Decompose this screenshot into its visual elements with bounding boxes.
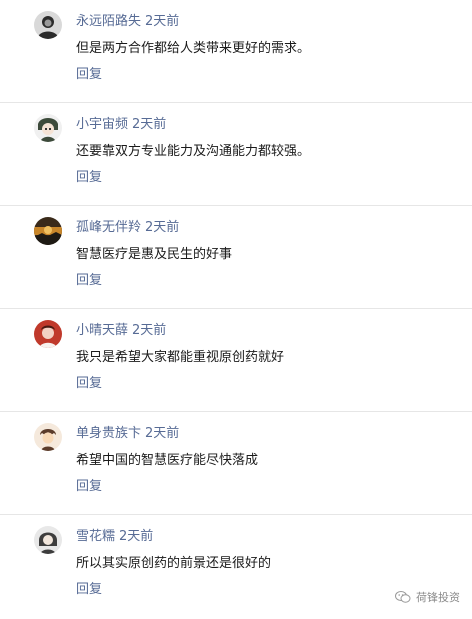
comment-username[interactable]: 雪花糯 bbox=[76, 529, 115, 544]
comment-username[interactable]: 小宇宙频 bbox=[76, 117, 128, 132]
avatar-dark-portrait-icon bbox=[34, 11, 62, 39]
reply-button[interactable]: 回复 bbox=[76, 272, 102, 290]
comment-time: 2天前 bbox=[132, 117, 167, 132]
avatar-sunset-landscape-icon bbox=[34, 217, 62, 245]
reply-button[interactable]: 回复 bbox=[76, 478, 102, 496]
comment-meta: 单身贵族卞 2天前 bbox=[76, 425, 179, 443]
comment-username[interactable]: 单身贵族卞 bbox=[76, 426, 141, 441]
comment-item: 小宇宙频 2天前 还要靠双方专业能力及沟通能力都较强。 回复 bbox=[0, 103, 472, 206]
comment-username[interactable]: 孤峰无伴羚 bbox=[76, 220, 141, 235]
avatar-anime-character-icon bbox=[34, 114, 62, 142]
reply-button[interactable]: 回复 bbox=[76, 375, 102, 393]
avatar-cartoon-character-icon bbox=[34, 423, 62, 451]
comment-meta: 小宇宙频 2天前 bbox=[76, 116, 166, 134]
comment-username[interactable]: 小晴天薛 bbox=[76, 323, 128, 338]
avatar[interactable] bbox=[34, 423, 62, 451]
reply-button[interactable]: 回复 bbox=[76, 169, 102, 187]
comment-content: 智慧医疗是惠及民生的好事 bbox=[76, 247, 233, 262]
comment-meta: 雪花糯 2天前 bbox=[76, 528, 153, 546]
watermark: 荷锋投资 bbox=[395, 589, 460, 605]
comment-meta: 孤峰无伴羚 2天前 bbox=[76, 219, 179, 237]
wechat-icon bbox=[395, 591, 411, 603]
comment-username[interactable]: 永远陌路失 bbox=[76, 14, 141, 29]
comment-content: 还要靠双方专业能力及沟通能力都较强。 bbox=[76, 144, 311, 159]
comment-time: 2天前 bbox=[119, 529, 154, 544]
watermark-text: 荷锋投资 bbox=[416, 591, 460, 604]
avatar[interactable] bbox=[34, 114, 62, 142]
comment-item: 永远陌路失 2天前 但是两方合作都给人类带来更好的需求。 回复 bbox=[0, 0, 472, 103]
avatar[interactable] bbox=[34, 217, 62, 245]
comment-list: 永远陌路失 2天前 但是两方合作都给人类带来更好的需求。 回复 小宇宙频 2天前 还… bbox=[0, 0, 472, 618]
comment-content: 但是两方合作都给人类带来更好的需求。 bbox=[76, 41, 311, 56]
reply-button[interactable]: 回复 bbox=[76, 581, 102, 599]
comment-time: 2天前 bbox=[145, 426, 180, 441]
comment-time: 2天前 bbox=[145, 220, 180, 235]
avatar-grey-portrait-icon bbox=[34, 526, 62, 554]
avatar[interactable] bbox=[34, 11, 62, 39]
comment-content: 希望中国的智慧医疗能尽快落成 bbox=[76, 453, 259, 468]
comment-item: 单身贵族卞 2天前 希望中国的智慧医疗能尽快落成 回复 bbox=[0, 412, 472, 515]
comment-meta: 永远陌路失 2天前 bbox=[76, 13, 179, 31]
avatar[interactable] bbox=[34, 320, 62, 348]
avatar-red-portrait-icon bbox=[34, 320, 62, 348]
comment-time: 2天前 bbox=[132, 323, 167, 338]
comment-time: 2天前 bbox=[145, 14, 180, 29]
comment-meta: 小晴天薛 2天前 bbox=[76, 322, 166, 340]
comment-content: 我只是希望大家都能重视原创药就好 bbox=[76, 350, 285, 365]
avatar[interactable] bbox=[34, 526, 62, 554]
comment-content: 所以其实原创药的前景还是很好的 bbox=[76, 556, 272, 571]
reply-button[interactable]: 回复 bbox=[76, 66, 102, 84]
comment-item: 孤峰无伴羚 2天前 智慧医疗是惠及民生的好事 回复 bbox=[0, 206, 472, 309]
comment-item: 小晴天薛 2天前 我只是希望大家都能重视原创药就好 回复 bbox=[0, 309, 472, 412]
